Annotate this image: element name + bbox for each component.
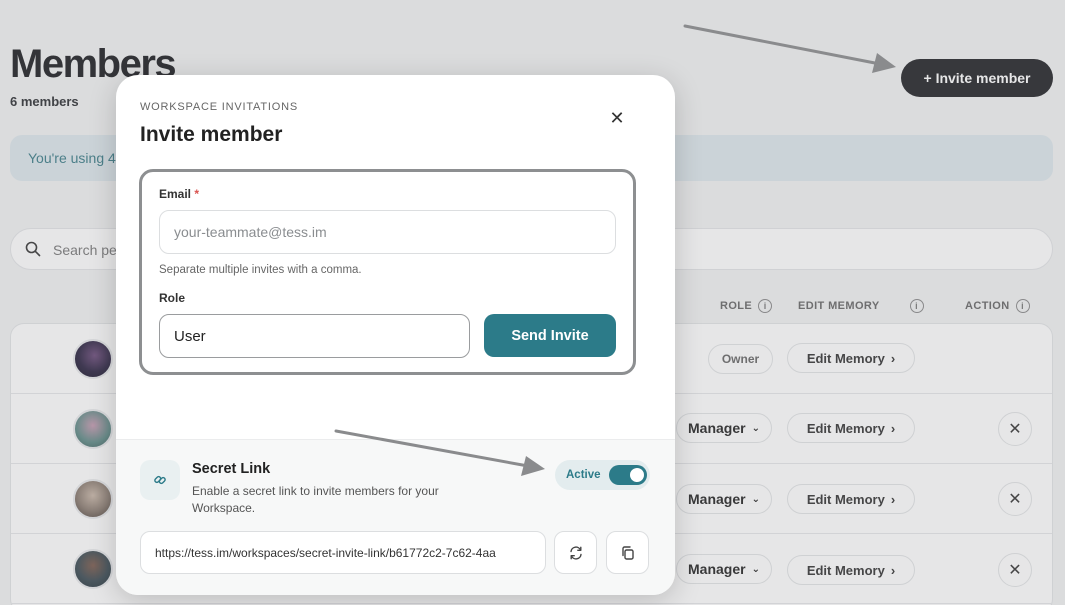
modal-title: Invite member <box>140 123 283 146</box>
link-icon <box>140 460 180 500</box>
invite-form: Email * Separate multiple invites with a… <box>139 169 636 375</box>
close-modal-button[interactable]: ✕ <box>604 105 630 131</box>
copy-link-button[interactable] <box>606 531 649 574</box>
close-icon: ✕ <box>609 107 625 128</box>
secret-link-section: Secret Link Enable a secret link to invi… <box>116 439 675 595</box>
email-input[interactable] <box>159 210 616 254</box>
regenerate-link-button[interactable] <box>554 531 597 574</box>
role-label: Role <box>159 291 186 305</box>
send-invite-button[interactable]: Send Invite <box>484 314 616 357</box>
secret-link-description: Enable a secret link to invite members f… <box>192 484 439 515</box>
toggle-knob <box>629 468 644 482</box>
toggle-switch[interactable] <box>608 465 647 485</box>
secret-link-title: Secret Link <box>192 461 271 477</box>
required-marker: * <box>194 187 200 201</box>
secret-link-url[interactable]: https://tess.im/workspaces/secret-invite… <box>140 531 546 574</box>
role-select[interactable]: User <box>159 314 470 358</box>
role-value: User <box>174 327 206 345</box>
toggle-label: Active <box>566 469 601 481</box>
email-label: Email * <box>159 187 200 201</box>
email-hint: Separate multiple invites with a comma. <box>159 264 362 276</box>
refresh-icon <box>569 545 582 560</box>
modal-eyebrow: WORKSPACE INVITATIONS <box>140 101 298 113</box>
secret-link-toggle[interactable]: Active <box>555 460 650 490</box>
invite-member-modal: WORKSPACE INVITATIONS Invite member ✕ Em… <box>116 75 675 595</box>
copy-icon <box>621 545 634 560</box>
